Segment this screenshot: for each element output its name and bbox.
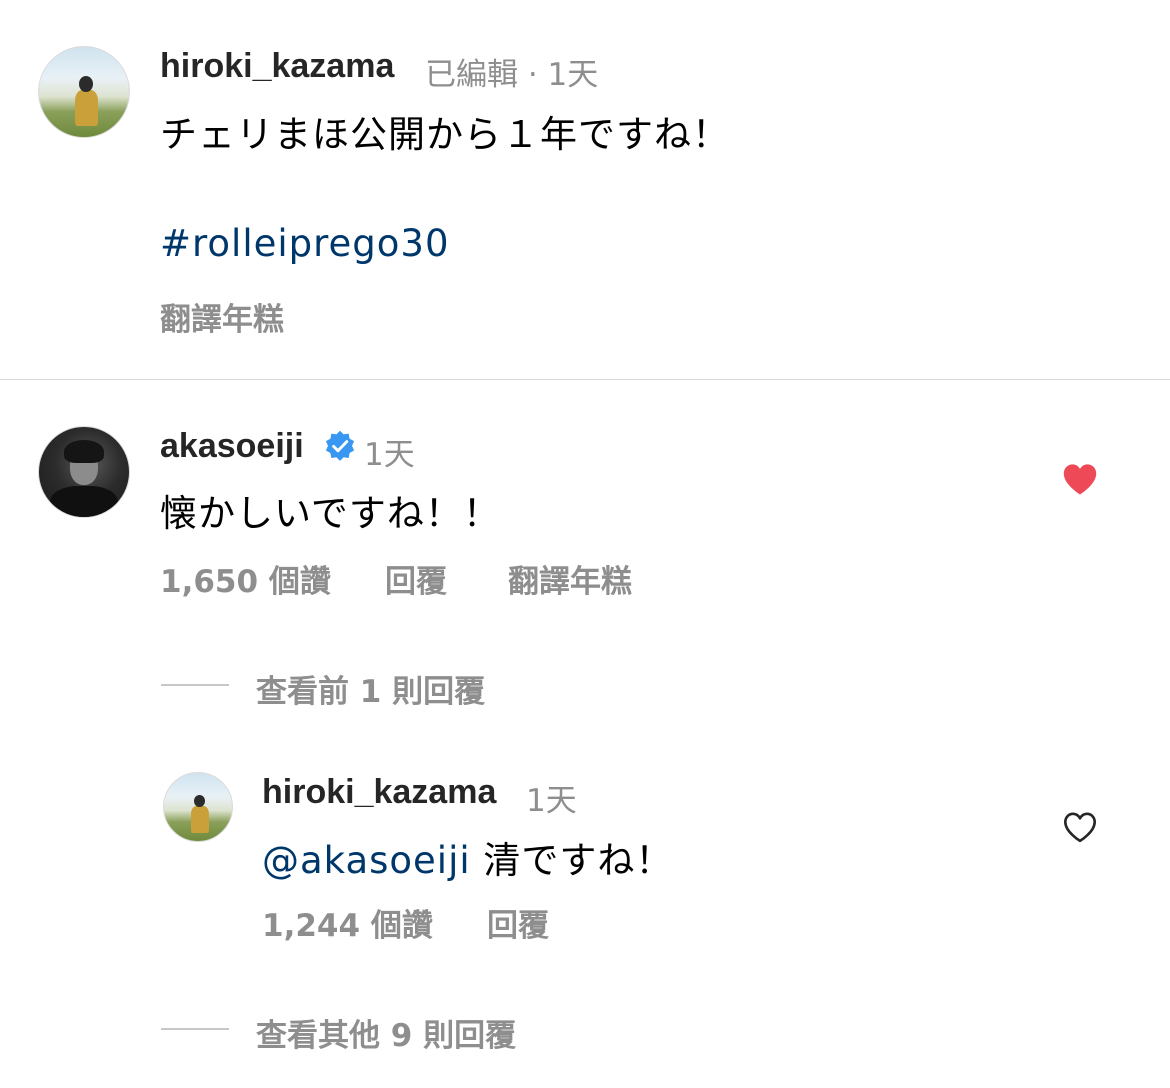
username[interactable]: akasoeiji (160, 427, 304, 466)
reply-button[interactable]: 回覆 (487, 900, 549, 945)
avatar[interactable] (38, 426, 130, 518)
comment-time: 1天 (526, 783, 577, 819)
avatar-hair (64, 439, 104, 463)
username[interactable]: hiroki_kazama (262, 773, 496, 812)
reply-thread-line (161, 684, 229, 686)
reply-thread-line (161, 1028, 229, 1030)
translate-button[interactable]: 翻譯年糕 (508, 556, 632, 601)
comment-text: チェリまほ公開から１年ですね！ (160, 113, 730, 156)
hashtag-link[interactable]: #rolleiprego30 (160, 222, 450, 265)
like-count[interactable]: 1,244 個讚 (262, 900, 433, 945)
like-count[interactable]: 1,650 個讚 (160, 556, 331, 601)
divider (0, 379, 1170, 380)
heart-filled-icon[interactable] (1061, 462, 1099, 496)
avatar-figure-head (78, 75, 93, 92)
verified-badge-icon (325, 430, 355, 461)
comment-text: 懐かしいですね！！ (160, 492, 501, 535)
avatar-figure (191, 805, 209, 833)
avatar-shoulders (49, 486, 119, 517)
avatar-figure (75, 90, 99, 127)
reply-button[interactable]: 回覆 (385, 556, 447, 601)
comment-text: 清ですね！ (483, 839, 674, 882)
comment-meta: 已編輯 · 1天 (425, 57, 599, 93)
avatar-figure-head (193, 794, 205, 807)
mention-link[interactable]: @akasoeiji (262, 839, 471, 882)
avatar[interactable] (163, 772, 233, 842)
view-previous-replies-button[interactable]: 查看前 1 則回覆 (256, 666, 485, 711)
heart-outline-icon[interactable] (1061, 810, 1099, 844)
view-more-replies-button[interactable]: 查看其他 9 則回覆 (256, 1010, 516, 1055)
avatar[interactable] (38, 46, 130, 138)
translate-button[interactable]: 翻譯年糕 (160, 294, 284, 339)
username[interactable]: hiroki_kazama (160, 47, 394, 86)
comment-time: 1天 (364, 437, 415, 473)
reply-text-row: @akasoeiji 清ですね！ (262, 830, 673, 884)
